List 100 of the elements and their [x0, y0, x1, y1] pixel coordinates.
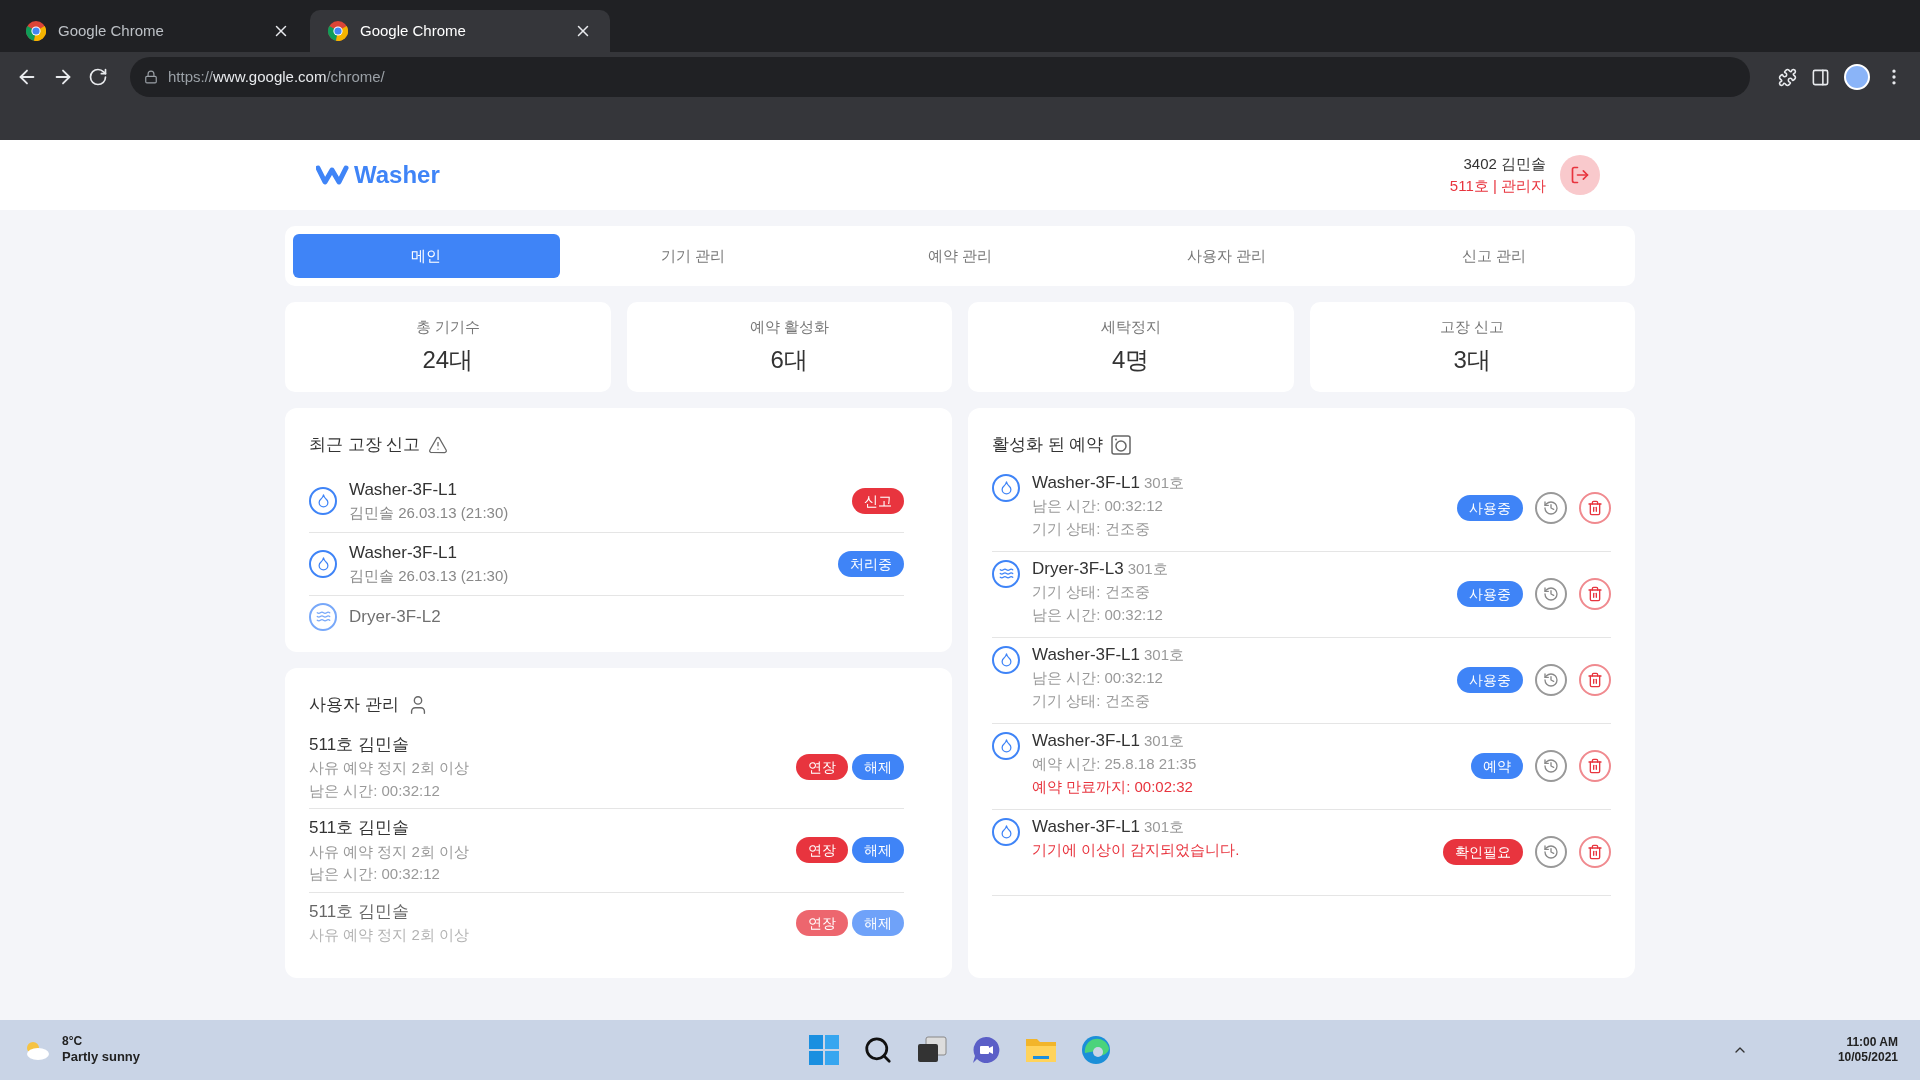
release-button[interactable]: 해제 — [852, 753, 904, 780]
tab-title: Google Chrome — [58, 20, 165, 41]
report-meta: 김민솔 26.03.13 (21:30) — [349, 566, 510, 586]
report-row[interactable]: Washer-3F-L1 김민솔 26.03.13 (21:30) 처리중 — [309, 532, 904, 596]
reservation-detail: 기기 상태: 건조중 — [1032, 690, 1151, 711]
room-number: 301호 — [1127, 558, 1168, 579]
status-badge[interactable]: 사용중 — [1457, 495, 1523, 521]
tab-title: Google Chrome — [360, 20, 467, 41]
delete-button[interactable] — [1579, 750, 1611, 782]
card-title: 사용자 관리 — [309, 694, 399, 716]
remaining-time: 남은 시간: 00:32:12 — [309, 780, 441, 801]
room-number: 301호 — [1144, 472, 1185, 493]
history-icon — [1543, 586, 1559, 602]
delete-button[interactable] — [1579, 836, 1611, 868]
report-row[interactable]: Dryer-3F-L2 — [309, 595, 904, 638]
nav-tab[interactable]: 예약 관리 — [826, 234, 1094, 278]
side-panel-icon[interactable] — [1811, 67, 1830, 87]
status-badge[interactable]: 신고 — [852, 487, 904, 514]
status-badge[interactable]: 예약 — [1471, 753, 1523, 779]
url-text: https://www.google.com/chrome/ — [168, 66, 385, 87]
reservation-row[interactable]: Washer-3F-L1 301호 남은 시간: 00:32:12 기기 상태: 건조중 사용중 — [992, 465, 1611, 552]
extend-button[interactable]: 연장 — [796, 909, 848, 936]
trash-icon — [1587, 758, 1603, 774]
trash-icon — [1587, 586, 1603, 602]
waves-icon — [992, 559, 1020, 588]
warning-icon — [428, 434, 449, 455]
reservation-detail: 예약 시간: 25.8.18 21:35 — [1032, 754, 1198, 774]
droplet-icon — [309, 549, 337, 578]
delete-button[interactable] — [1579, 492, 1611, 524]
nav-tab[interactable]: 사용자 관리 — [1093, 234, 1361, 278]
lock-icon — [144, 70, 158, 84]
remaining-time: 남은 시간: 00:32:12 — [309, 864, 441, 884]
extend-button[interactable]: 연장 — [796, 837, 848, 864]
droplet-icon — [992, 473, 1020, 502]
report-meta: 김민솔 26.03.13 (21:30) — [349, 503, 510, 523]
reservation-row[interactable]: Washer-3F-L1 301호 남은 시간: 00:32:12 기기 상태: 건조중 사용중 — [992, 637, 1611, 724]
extensions-icon[interactable] — [1778, 67, 1797, 87]
address-bar[interactable]: https://www.google.com/chrome/ — [130, 57, 1750, 97]
browser-tab[interactable]: Google Chrome — [8, 10, 308, 52]
nav-tab[interactable]: 기기 관리 — [559, 234, 827, 278]
extend-button[interactable]: 연장 — [796, 753, 848, 780]
status-badge[interactable]: 사용중 — [1457, 667, 1523, 693]
reservation-detail: 남은 시간: 00:32:12 — [1032, 668, 1164, 688]
start-icon[interactable] — [809, 1035, 839, 1065]
task-view-icon[interactable] — [917, 1036, 947, 1064]
clock-date: 10/05/2021 — [1837, 1050, 1898, 1065]
stat-value: 3대 — [1453, 345, 1491, 376]
nav-tab[interactable]: 메인 — [293, 234, 560, 278]
waves-icon — [309, 602, 337, 631]
user-row[interactable]: 511호 김민솔 사유 예약 정지 2회 이상 남은 시간: 00:32:12 연장 해제 — [309, 809, 904, 893]
reservation-detail: 예약 만료까지: 00:02:32 — [1032, 776, 1194, 797]
reservation-detail: 기기 상태: 건조중 — [1032, 518, 1151, 539]
release-button[interactable]: 해제 — [852, 909, 904, 936]
card-title: 최근 고장 신고 — [309, 434, 421, 456]
nav-tab[interactable]: 신고 관리 — [1360, 234, 1627, 278]
browser-tab[interactable]: Google Chrome — [310, 10, 610, 52]
profile-avatar[interactable] — [1844, 64, 1870, 90]
washing-machine-icon — [1111, 434, 1132, 455]
chat-icon[interactable] — [971, 1035, 1001, 1065]
user-name: 3402 김민솔 — [1463, 153, 1546, 174]
chrome-logo-icon — [328, 21, 348, 41]
search-icon[interactable] — [863, 1035, 893, 1065]
history-button[interactable] — [1535, 578, 1567, 610]
stat-value: 4명 — [1112, 345, 1150, 376]
user-row[interactable]: 511호 김민솔 사유 예약 정지 2회 이상 연장 해제 — [309, 892, 904, 953]
logout-button[interactable] — [1560, 155, 1600, 195]
status-badge[interactable]: 처리중 — [838, 550, 904, 577]
reload-icon[interactable] — [88, 67, 108, 87]
reservation-row[interactable]: Dryer-3F-L3 301호 기기 상태: 건조중 남은 시간: 00:32:12 사용중 — [992, 551, 1611, 638]
reservation-row[interactable]: Washer-3F-L1 301호 기기에 이상이 감지되었습니다. 확인필요 — [992, 809, 1611, 896]
history-button[interactable] — [1535, 664, 1567, 696]
user-row[interactable]: 511호 김민솔 사유 예약 정지 2회 이상 남은 시간: 00:32:12 연장 해제 — [309, 725, 904, 809]
device-name: Washer-3F-L1 — [1032, 643, 1140, 666]
device-name: Washer-3F-L1 — [349, 478, 458, 501]
history-button[interactable] — [1535, 750, 1567, 782]
history-icon — [1543, 844, 1559, 860]
status-badge[interactable]: 확인필요 — [1443, 839, 1523, 865]
report-row[interactable]: Washer-3F-L1 김민솔 26.03.13 (21:30) 신고 — [309, 469, 904, 533]
folder-icon[interactable] — [1025, 1036, 1057, 1064]
delete-button[interactable] — [1579, 578, 1611, 610]
room-number: 301호 — [1144, 730, 1185, 751]
room-number: 301호 — [1144, 644, 1185, 665]
room-number: 301호 — [1144, 816, 1185, 837]
history-button[interactable] — [1535, 836, 1567, 868]
weather-text: Partly sunny — [62, 1049, 141, 1066]
history-button[interactable] — [1535, 492, 1567, 524]
logo-icon — [316, 165, 350, 185]
delete-button[interactable] — [1579, 664, 1611, 696]
stat-label: 총 기기수 — [415, 316, 480, 337]
reservation-detail: 남은 시간: 00:32:12 — [1032, 496, 1164, 516]
device-name: Dryer-3F-L3 — [1032, 557, 1124, 580]
status-badge[interactable]: 사용중 — [1457, 581, 1523, 607]
history-icon — [1543, 500, 1559, 516]
reservation-row[interactable]: Washer-3F-L1 301호 예약 시간: 25.8.18 21:35 예약 만료까지: 00:02:32 예약 — [992, 723, 1611, 810]
reservation-detail: 기기 상태: 건조중 — [1032, 582, 1151, 602]
device-name: Washer-3F-L1 — [349, 541, 458, 564]
edge-browser-icon[interactable] — [1081, 1035, 1111, 1065]
trash-icon — [1587, 844, 1603, 860]
release-button[interactable]: 해제 — [852, 837, 904, 864]
reservation-detail: 기기에 이상이 감지되었습니다. — [1032, 840, 1241, 860]
